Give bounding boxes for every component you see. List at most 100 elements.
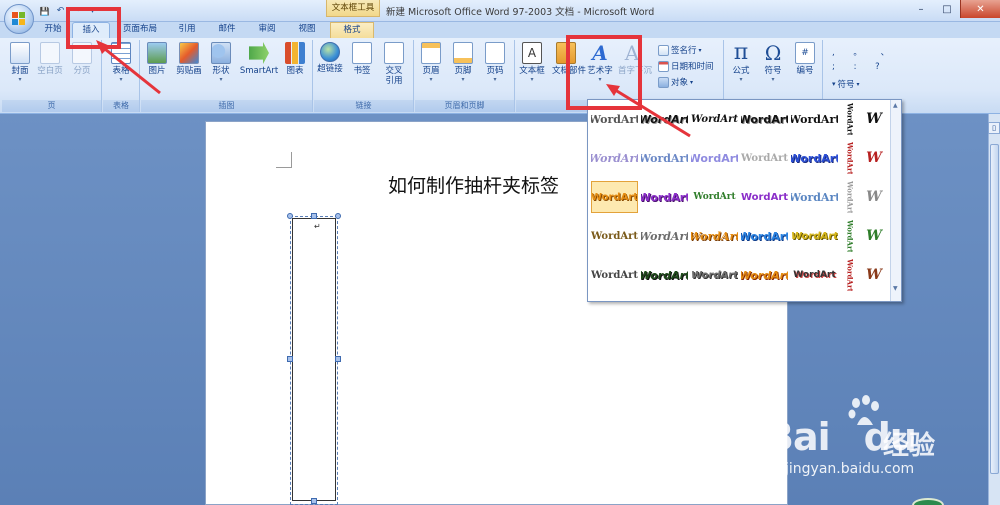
tab-page-layout[interactable]: 页面布局 [116, 22, 164, 38]
smartart-button[interactable]: SmartArt [239, 42, 279, 76]
symbol-more-button[interactable]: ▾ 符号 ▾ [832, 78, 860, 90]
object-button[interactable]: 对象 ▾ [658, 76, 693, 88]
wordart-side-item[interactable]: W [860, 220, 888, 252]
textbox-button[interactable]: A 文本框 ▾ [518, 42, 546, 84]
wordart-style-item[interactable]: WordArt [691, 181, 738, 213]
textbox-label: 文本框 [519, 66, 545, 76]
wordart-style-item[interactable]: WordArt [591, 220, 638, 252]
gallery-scroll-up-icon[interactable]: ▲ [893, 102, 898, 109]
gallery-scrollbar[interactable]: ▲ ▼ [890, 100, 901, 301]
wordart-side-item[interactable]: W [860, 142, 888, 174]
picture-button[interactable]: 图片 [143, 42, 171, 76]
wordart-style-item[interactable]: WordArt [691, 220, 738, 252]
resize-handle-tl[interactable] [287, 213, 293, 219]
hyperlink-label: 超链接 [317, 64, 343, 74]
office-logo-icon [12, 12, 26, 26]
shapes-caret-icon: ▾ [219, 76, 223, 83]
wordart-style-item[interactable]: WordArt [741, 220, 788, 252]
wordart-vertical-item[interactable]: WordArt [844, 259, 856, 291]
bookmark-button[interactable]: 书签 [348, 42, 376, 76]
special-symbols-grid-2[interactable]: ; : ? [832, 62, 888, 72]
wordart-vertical-item[interactable]: WordArt [844, 220, 856, 252]
shapes-label: 形状 [212, 66, 230, 76]
tab-view[interactable]: 视图 [290, 22, 324, 38]
cover-caret-icon: ▾ [18, 76, 22, 83]
resize-handle-ml[interactable] [287, 356, 293, 362]
tab-mailings[interactable]: 邮件 [210, 22, 244, 38]
wordart-style-item[interactable]: WordArt [791, 259, 838, 291]
wordart-style-item[interactable]: WordArt [641, 103, 688, 135]
gallery-scroll-down-icon[interactable]: ▼ [893, 285, 898, 292]
wordart-style-item[interactable]: WordArt [791, 103, 838, 135]
shapes-button[interactable]: 形状 ▾ [207, 42, 235, 84]
scrollbar-thumb[interactable] [990, 144, 999, 474]
header-button[interactable]: 页眉 ▾ [417, 42, 445, 84]
textbox[interactable] [292, 218, 336, 501]
wordart-style-item[interactable]: WordArt [741, 181, 788, 213]
document-heading[interactable]: 如何制作抽杆夹标签 [388, 171, 588, 198]
signature-line-button[interactable]: 签名行 ▾ [658, 44, 702, 56]
clipart-label: 剪贴画 [176, 66, 202, 76]
maximize-button[interactable]: □ [934, 0, 960, 18]
wordart-side-item[interactable]: W [860, 103, 888, 135]
tab-review[interactable]: 审阅 [250, 22, 284, 38]
resize-handle-bc[interactable] [311, 498, 317, 504]
number-button[interactable]: # 编号 [791, 42, 819, 76]
tab-references[interactable]: 引用 [170, 22, 204, 38]
cover-button[interactable]: 封面 ▾ [6, 42, 34, 84]
wordart-style-item[interactable]: WordArt [691, 259, 738, 291]
cross-ref-button[interactable]: 交叉 引用 [380, 42, 408, 86]
wordart-style-item[interactable]: WordArt [641, 220, 688, 252]
cross-ref-label-2: 引用 [385, 76, 403, 86]
minimize-button[interactable]: – [908, 0, 934, 18]
tab-home[interactable]: 开始 [36, 22, 70, 38]
hyperlink-button[interactable]: 超链接 [316, 42, 344, 74]
wordart-style-item[interactable]: WordArt [591, 181, 638, 213]
number-label: 编号 [796, 66, 814, 76]
wordart-style-item[interactable]: WordArt [691, 142, 738, 174]
ruler-toggle-icon[interactable]: ▯ [988, 122, 1000, 134]
special-symbols-grid[interactable]: , 。 、 [832, 46, 897, 58]
highlight-insert-tab [66, 7, 121, 49]
wordart-style-item[interactable]: WordArt [741, 103, 788, 135]
header-label: 页眉 [422, 66, 440, 76]
close-button[interactable]: ✕ [960, 0, 1000, 18]
wordart-style-item[interactable]: WordArt [591, 142, 638, 174]
wordart-style-item[interactable]: WordArt [641, 142, 688, 174]
wordart-style-item[interactable]: WordArt [791, 142, 838, 174]
date-time-button[interactable]: 日期和时间 [658, 60, 714, 72]
equation-label: 公式 [732, 66, 750, 76]
signature-caret-icon: ▾ [698, 46, 702, 54]
footer-button[interactable]: 页脚 ▾ [449, 42, 477, 84]
wordart-style-item[interactable]: WordArt [591, 259, 638, 291]
wordart-style-item[interactable]: WordArt [641, 259, 688, 291]
resize-handle-tc[interactable] [311, 213, 317, 219]
wordart-style-item[interactable]: WordArt [641, 181, 688, 213]
wordart-side-item[interactable]: W [860, 259, 888, 291]
cross-ref-label-1: 交叉 [385, 66, 403, 76]
wordart-style-item[interactable]: WordArt [791, 220, 838, 252]
chart-button[interactable]: 图表 [281, 42, 309, 76]
wordart-style-item[interactable]: WordArt [741, 142, 788, 174]
wordart-vertical-item[interactable]: WordArt [844, 103, 856, 135]
equation-button[interactable]: π 公式 ▾ [727, 42, 755, 84]
resize-handle-tr[interactable] [335, 213, 341, 219]
office-button[interactable] [4, 4, 34, 34]
blank-page-button[interactable]: 空白页 [36, 42, 64, 76]
window-title: 新建 Microsoft Office Word 97-2003 文档 - Mi… [386, 7, 655, 18]
resize-handle-mr[interactable] [335, 356, 341, 362]
wordart-style-item[interactable]: WordArt [741, 259, 788, 291]
group-links-label: 链接 [314, 100, 413, 112]
tab-format[interactable]: 格式 [330, 22, 374, 38]
save-icon[interactable]: 💾 [38, 5, 51, 18]
page-number-button[interactable]: 页码 ▾ [481, 42, 509, 84]
symbol-button[interactable]: Ω 符号 ▾ [759, 42, 787, 84]
signature-line-label: 签名行 [671, 46, 697, 56]
wordart-vertical-item[interactable]: WordArt [844, 142, 856, 174]
wordart-side-item[interactable]: W [860, 181, 888, 213]
wordart-vertical-item[interactable]: WordArt [844, 181, 856, 213]
table-caret-icon: ▾ [119, 76, 123, 83]
wordart-style-item[interactable]: WordArt [791, 181, 838, 213]
wordart-style-item[interactable]: WordArt [691, 103, 738, 135]
clipart-button[interactable]: 剪贴画 [175, 42, 203, 76]
